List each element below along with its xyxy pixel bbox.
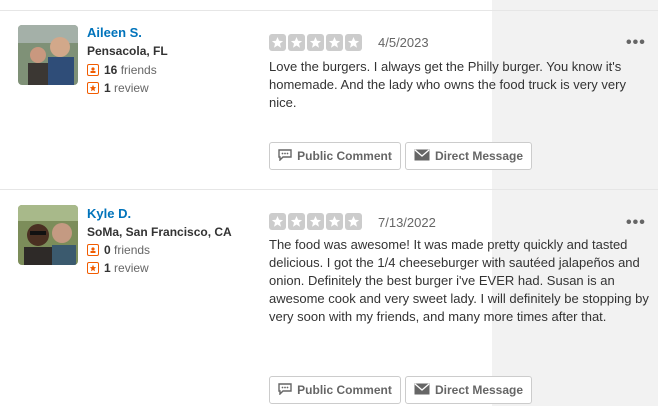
friends-stat: 0 friends <box>87 243 150 257</box>
friends-label: friends <box>120 63 157 77</box>
rating-star-icon <box>288 34 305 51</box>
rating-star-icon <box>288 213 305 230</box>
rating-star-icon <box>269 213 286 230</box>
rating-star-icon <box>307 34 324 51</box>
public-comment-button[interactable]: Public Comment <box>269 142 401 170</box>
star-icon <box>87 262 99 274</box>
public-comment-label: Public Comment <box>297 383 392 397</box>
friends-count: 0 <box>104 243 111 257</box>
rating-star-icon <box>307 213 324 230</box>
divider <box>0 189 658 190</box>
friends-icon <box>87 244 99 256</box>
reviews-stat: 1 review <box>87 261 149 275</box>
user-location: SoMa, San Francisco, CA <box>87 225 232 239</box>
avatar[interactable] <box>18 25 78 85</box>
rating-star-icon <box>326 34 343 51</box>
direct-message-label: Direct Message <box>434 383 524 397</box>
user-name[interactable]: Kyle D. <box>87 206 131 221</box>
rating-star-icon <box>326 213 343 230</box>
review-text: Love the burgers. I always get the Phill… <box>269 59 626 110</box>
rating-star-icon <box>345 213 362 230</box>
rating-star-icon <box>269 34 286 51</box>
envelope-icon <box>414 149 430 164</box>
review-count: 1 <box>104 81 111 95</box>
review-label: review <box>114 261 149 275</box>
friends-stat: 16 friends <box>87 63 157 77</box>
user-name[interactable]: Aileen S. <box>87 25 142 40</box>
public-comment-label: Public Comment <box>297 149 392 163</box>
star-icon <box>87 82 99 94</box>
friends-label: friends <box>114 243 151 257</box>
direct-message-label: Direct Message <box>434 149 524 163</box>
comment-icon <box>278 148 292 164</box>
more-options-button[interactable]: ••• <box>626 215 646 231</box>
direct-message-button[interactable]: Direct Message <box>405 376 532 404</box>
review-label: review <box>114 81 149 95</box>
review-text: The food was awesome! It was made pretty… <box>269 237 649 324</box>
review-date: 4/5/2023 <box>378 35 429 50</box>
review-date: 7/13/2022 <box>378 215 436 230</box>
comment-icon <box>278 382 292 398</box>
direct-message-button[interactable]: Direct Message <box>405 142 532 170</box>
reviews-stat: 1 review <box>87 81 149 95</box>
review-count: 1 <box>104 261 111 275</box>
star-rating <box>269 34 362 51</box>
user-location: Pensacola, FL <box>87 44 168 58</box>
envelope-icon <box>414 383 430 398</box>
more-options-button[interactable]: ••• <box>626 35 646 51</box>
divider <box>0 10 658 11</box>
rating-star-icon <box>345 34 362 51</box>
star-rating <box>269 213 362 230</box>
friends-count: 16 <box>104 63 118 77</box>
avatar[interactable] <box>18 205 78 265</box>
friends-icon <box>87 64 99 76</box>
public-comment-button[interactable]: Public Comment <box>269 376 401 404</box>
